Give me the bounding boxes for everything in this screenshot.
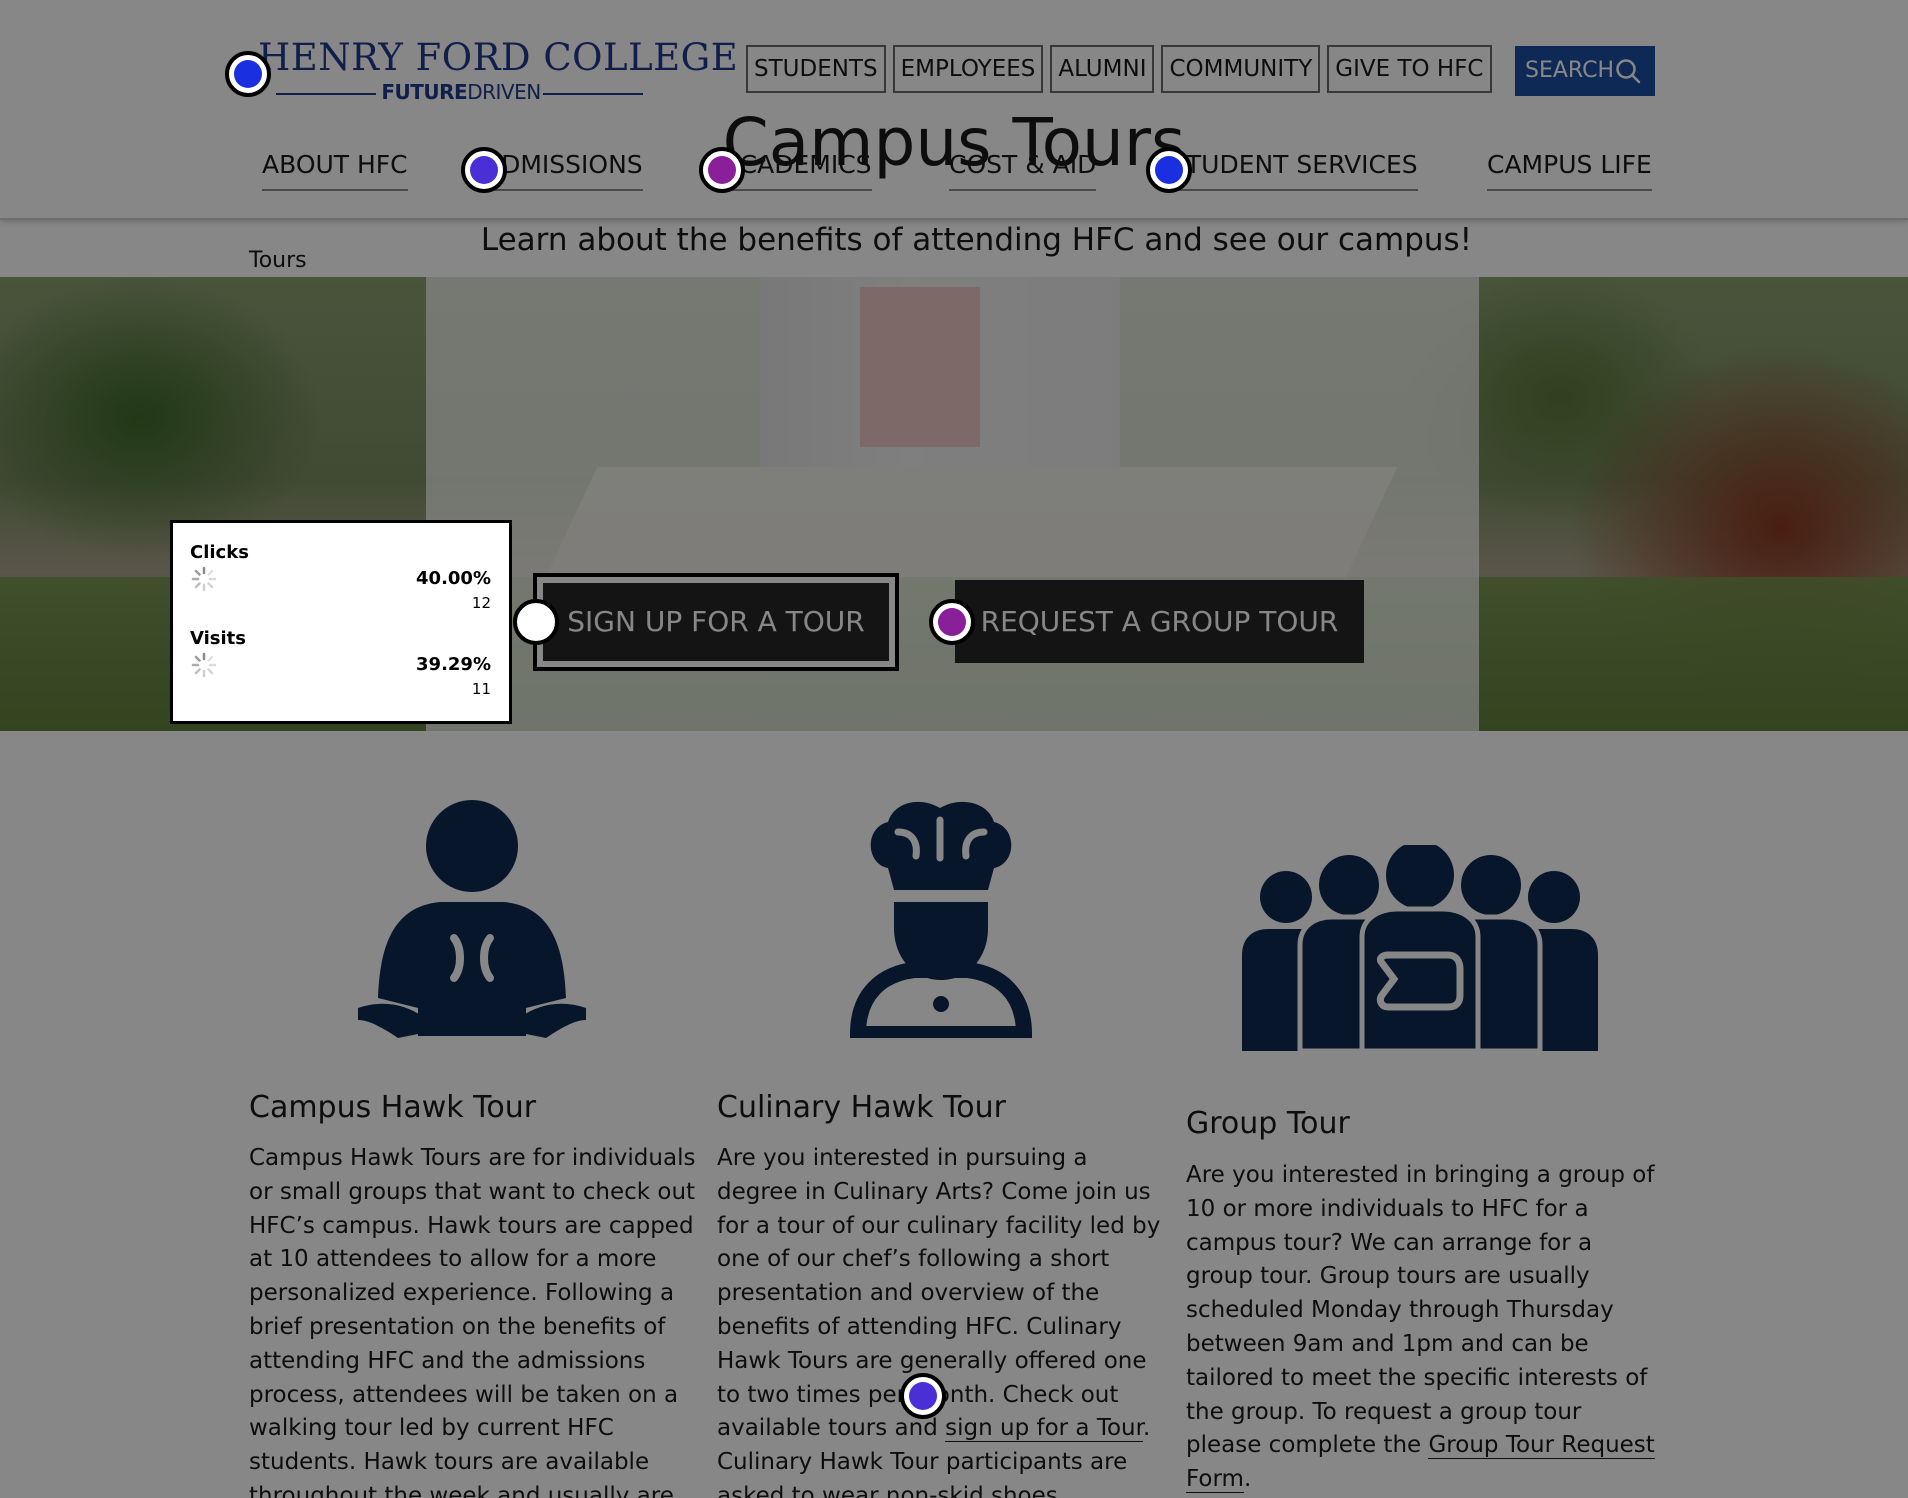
visits-count: 11	[471, 680, 491, 698]
click-marker-sign-up-link[interactable]	[900, 1373, 946, 1419]
loading-spinner-icon	[191, 652, 217, 678]
clicks-percent: 40.00%	[416, 568, 491, 589]
loading-spinner-icon	[191, 566, 217, 592]
visits-percent: 39.29%	[416, 654, 491, 675]
clicks-count: 12	[471, 594, 491, 612]
click-marker-sign-up-tour[interactable]	[513, 599, 559, 645]
click-marker-academics[interactable]	[699, 147, 745, 193]
visits-label: Visits	[190, 628, 246, 649]
heatmap-dim-overlay	[0, 0, 1908, 1498]
click-stats-popup: Clicks 40.00% 12 Visits 39.29% 11	[170, 520, 512, 724]
click-marker-student-services[interactable]	[1146, 147, 1192, 193]
click-marker-admissions[interactable]	[461, 147, 507, 193]
click-marker-logo[interactable]	[225, 51, 271, 97]
click-marker-group-tour[interactable]	[929, 599, 975, 645]
clicks-label: Clicks	[190, 542, 249, 563]
